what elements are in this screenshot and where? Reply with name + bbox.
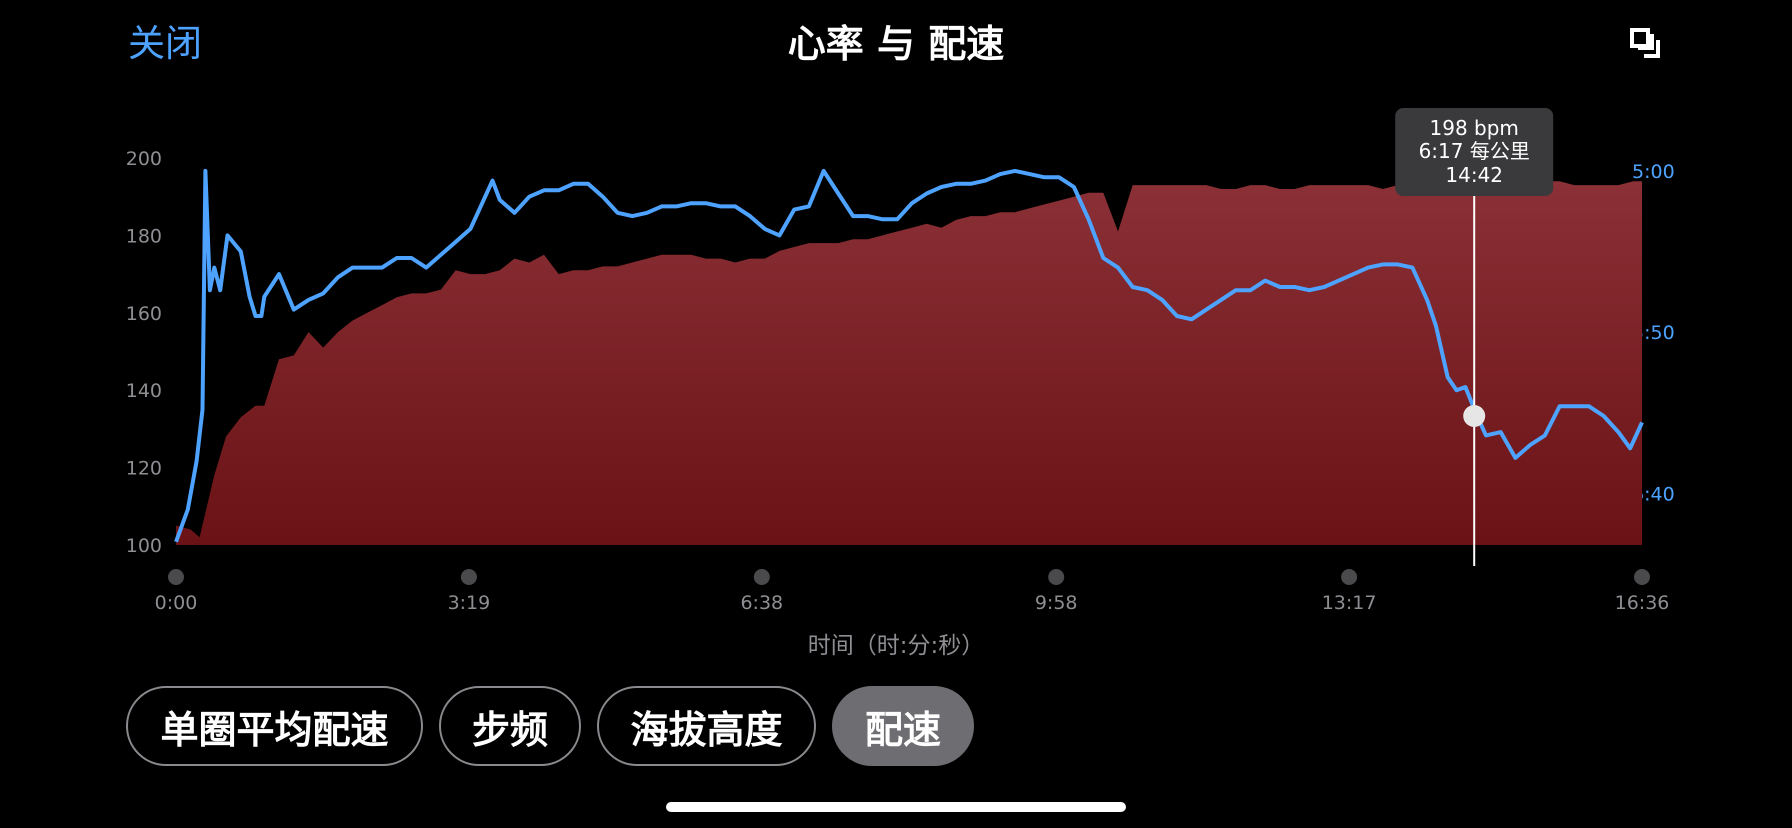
tooltip-pace: 6:17 每公里 [1419, 139, 1530, 163]
x-tick-dot [1048, 569, 1065, 585]
x-tick-label: 9:58 [1035, 592, 1078, 614]
y-left-tick-label: 180 [126, 225, 162, 247]
y-left-tick-label: 100 [126, 535, 162, 557]
pace-button[interactable]: 配速 [832, 686, 974, 766]
cadence-button[interactable]: 步频 [439, 686, 581, 766]
x-axis-title: 时间（时:分:秒） [807, 633, 985, 659]
y-right-tick-label: 5:00 [1632, 161, 1675, 183]
x-tick-dot [168, 569, 184, 585]
y-left-tick-label: 120 [126, 458, 162, 480]
x-tick-label: 13:17 [1322, 592, 1377, 614]
elevation-button[interactable]: 海拔高度 [597, 686, 816, 766]
y-left-tick-label: 140 [126, 380, 162, 402]
x-tick-dot [1634, 569, 1650, 585]
heart-rate-pace-chart[interactable]: 100120140160180200 5:005:506:40 0:00 3:19… [0, 0, 1792, 620]
x-tick-dot [460, 569, 477, 585]
heart-rate-area [176, 181, 1642, 545]
x-tick-dot [1341, 569, 1358, 585]
y-left-tick-label: 200 [126, 148, 162, 170]
tooltip: 198 bpm 6:17 每公里 14:42 [1395, 108, 1554, 196]
x-tick-dot [753, 569, 770, 585]
tooltip-time: 14:42 [1445, 163, 1503, 187]
x-tick-label: 6:38 [740, 592, 783, 614]
tooltip-heart-rate: 198 bpm [1430, 116, 1519, 140]
tooltip-marker[interactable] [1463, 405, 1486, 427]
lap-avg-pace-button[interactable]: 单圈平均配速 [126, 686, 423, 766]
x-tick-label: 0:00 [155, 592, 198, 614]
x-tick-label: 16:36 [1615, 592, 1670, 614]
y-left-tick-label: 160 [126, 303, 162, 325]
x-tick-label: 3:19 [448, 592, 491, 614]
home-indicator [666, 802, 1126, 812]
